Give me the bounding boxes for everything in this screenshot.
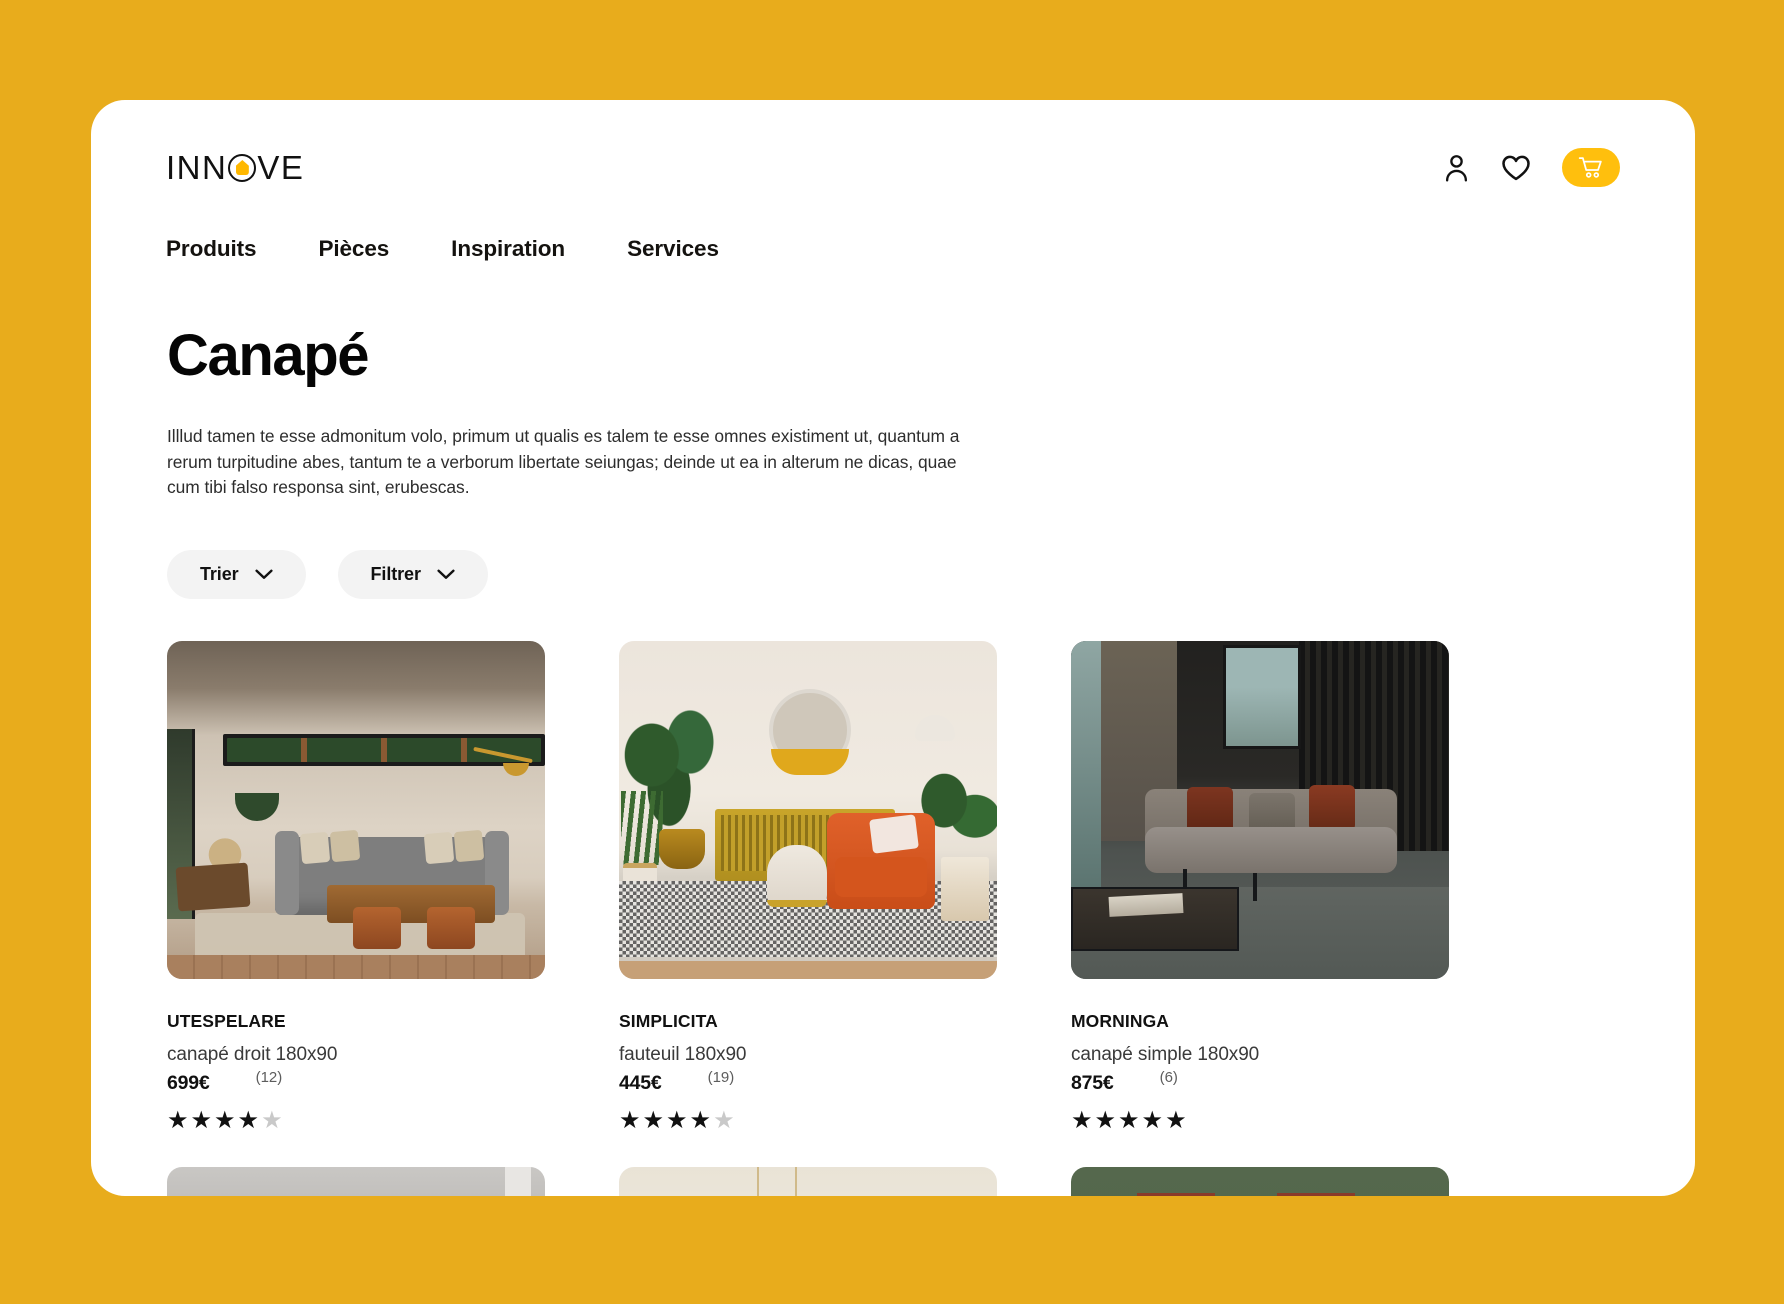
product-image[interactable] — [1071, 1166, 1449, 1196]
star-icon: ★ — [214, 1106, 237, 1134]
nav-item-services[interactable]: Services — [627, 236, 719, 262]
price-row: 445€ (19) — [619, 1068, 997, 1095]
product-rating: ★ ★ ★ ★ ★ — [619, 1106, 997, 1134]
price-row: 875€ (6) — [1071, 1068, 1449, 1095]
product-image[interactable] — [167, 1166, 545, 1196]
brand-logo[interactable]: INN VE — [166, 151, 304, 184]
star-icon: ★ — [190, 1106, 214, 1134]
page-description: Illlud tamen te esse admonitum volo, pri… — [167, 426, 960, 498]
nav-item-pieces[interactable]: Pièces — [318, 236, 389, 262]
product-name: UTESPELARE — [167, 1010, 286, 1031]
product-review-count: (12) — [255, 1068, 283, 1086]
sort-label: Trier — [200, 563, 239, 584]
product-card[interactable]: MORNINGA canapé simple 180x90 875€ (6) ★… — [1071, 640, 1449, 1134]
room-scene-dark — [1071, 640, 1449, 979]
product-subtitle: fauteuil 180x90 — [619, 1043, 747, 1065]
product-price: 445€ — [619, 1071, 662, 1094]
product-name: MORNINGA — [1071, 1010, 1170, 1031]
product-rating: ★ ★ ★ ★ ★ — [167, 1106, 545, 1134]
star-icon: ★ — [1141, 1106, 1165, 1134]
filter-bar: Trier Filtrer — [167, 549, 1695, 599]
star-icon: ★ — [1071, 1106, 1094, 1134]
account-button[interactable] — [1443, 153, 1470, 182]
product-rating: ★ ★ ★ ★ ★ — [1071, 1106, 1449, 1134]
nav-item-inspiration[interactable]: Inspiration — [451, 236, 565, 262]
heart-icon — [1502, 155, 1530, 180]
room-scene-cream — [619, 1166, 997, 1196]
star-icon: ★ — [261, 1106, 284, 1134]
product-image[interactable] — [1071, 640, 1449, 979]
room-scene-grey — [167, 1166, 545, 1196]
logo-text-after: VE — [257, 149, 305, 186]
cart-icon — [1578, 157, 1602, 178]
room-scene-beige — [167, 640, 545, 979]
filter-button[interactable]: Filtrer — [337, 549, 488, 599]
user-icon — [1445, 155, 1468, 182]
star-icon: ★ — [713, 1106, 736, 1134]
logo-text-before: INN — [166, 149, 228, 186]
star-icon: ★ — [237, 1106, 261, 1134]
product-review-count: (19) — [707, 1068, 735, 1086]
main-nav: Produits Pièces Inspiration Services — [91, 187, 1695, 262]
browser-window: INN VE Produits Pièces Inspiration Servi… — [91, 100, 1695, 1196]
product-image[interactable] — [619, 640, 997, 979]
site-header: INN VE — [91, 100, 1695, 187]
header-actions — [1443, 148, 1620, 187]
product-subtitle: canapé simple 180x90 — [1071, 1043, 1260, 1065]
product-review-count: (6) — [1159, 1068, 1178, 1086]
product-subtitle: canapé droit 180x90 — [167, 1043, 338, 1065]
main-content: Canapé Illlud tamen te esse admonitum vo… — [91, 327, 1695, 1196]
product-price: 875€ — [1071, 1071, 1114, 1094]
star-icon: ★ — [1118, 1106, 1141, 1134]
product-card[interactable] — [619, 1166, 997, 1196]
house-icon — [228, 153, 257, 182]
filter-label: Filtrer — [370, 563, 421, 584]
room-scene-orange — [619, 640, 997, 979]
product-image[interactable] — [167, 640, 545, 979]
product-grid: UTESPELARE canapé droit 180x90 699€ (12)… — [167, 640, 1695, 1196]
product-name: SIMPLICITA — [619, 1010, 718, 1031]
product-card[interactable]: UTESPELARE canapé droit 180x90 699€ (12)… — [167, 640, 545, 1134]
cart-button[interactable] — [1562, 148, 1620, 187]
product-price: 699€ — [167, 1071, 210, 1094]
sort-button[interactable]: Trier — [167, 549, 306, 599]
room-scene-green — [1071, 1166, 1449, 1196]
nav-item-produits[interactable]: Produits — [166, 236, 257, 262]
product-card[interactable] — [1071, 1166, 1449, 1196]
star-icon: ★ — [642, 1106, 666, 1134]
star-icon: ★ — [1165, 1106, 1188, 1134]
product-card[interactable] — [167, 1166, 545, 1196]
chevron-down-icon — [254, 569, 273, 579]
star-icon: ★ — [666, 1106, 689, 1134]
product-card[interactable]: SIMPLICITA fauteuil 180x90 445€ (19) ★ ★ ★… — [619, 640, 997, 1134]
page-title: Canapé — [167, 323, 370, 388]
chevron-down-icon — [437, 569, 455, 579]
star-icon: ★ — [619, 1106, 642, 1134]
star-icon: ★ — [1094, 1106, 1118, 1134]
star-icon: ★ — [689, 1106, 713, 1134]
product-image[interactable] — [619, 1166, 997, 1196]
wishlist-button[interactable] — [1501, 154, 1531, 182]
price-row: 699€ (12) — [167, 1068, 545, 1095]
star-icon: ★ — [167, 1106, 190, 1134]
